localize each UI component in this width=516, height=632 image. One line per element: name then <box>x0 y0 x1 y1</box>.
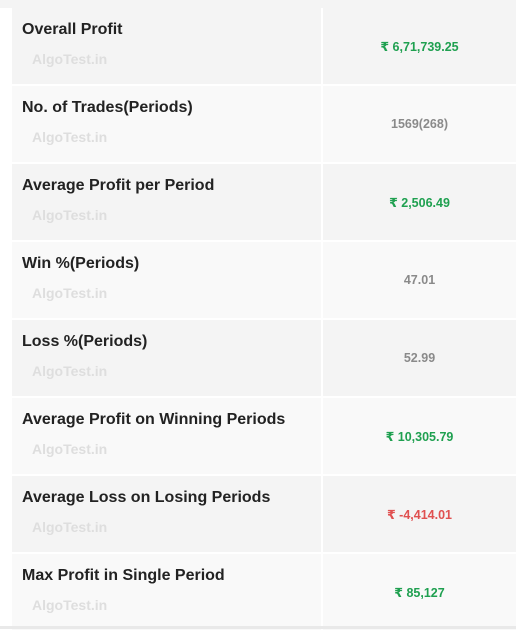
stat-value: ₹ -4,414.01 <box>387 507 452 522</box>
watermark: AlgoTest.in <box>32 129 108 145</box>
stat-value-cell: 1569(268) <box>323 86 516 162</box>
stats-table: Overall Profit AlgoTest.in ₹ 6,71,739.25… <box>12 8 516 632</box>
watermark: AlgoTest.in <box>32 51 108 67</box>
stat-label-cell: Average Loss on Losing Periods AlgoTest.… <box>12 476 321 552</box>
stat-label-cell: Average Profit per Period AlgoTest.in <box>12 164 321 240</box>
stat-value: ₹ 85,127 <box>394 585 445 600</box>
stat-row-average-profit: Average Profit per Period AlgoTest.in ₹ … <box>12 164 516 240</box>
stat-label: Loss %(Periods) <box>22 333 148 350</box>
stat-value: ₹ 2,506.49 <box>389 195 450 210</box>
stat-value-cell: 47.01 <box>323 242 516 318</box>
stat-row-max-profit: Max Profit in Single Period AlgoTest.in … <box>12 554 516 630</box>
watermark: AlgoTest.in <box>32 519 108 535</box>
stat-label-cell: Loss %(Periods) AlgoTest.in <box>12 320 321 396</box>
watermark: AlgoTest.in <box>32 441 108 457</box>
stat-value: ₹ 6,71,739.25 <box>380 39 459 54</box>
stat-label: Win %(Periods) <box>22 255 140 272</box>
stat-label-cell: Overall Profit AlgoTest.in <box>12 8 321 84</box>
stat-label: Average Profit per Period <box>22 177 215 194</box>
watermark: AlgoTest.in <box>32 207 108 223</box>
stat-label: Average Loss on Losing Periods <box>22 489 271 506</box>
stat-value-cell: ₹ 6,71,739.25 <box>323 8 516 84</box>
stat-label-cell: Max Profit in Single Period AlgoTest.in <box>12 554 321 630</box>
stat-label: Max Profit in Single Period <box>22 567 225 584</box>
watermark: AlgoTest.in <box>32 285 108 301</box>
stat-row-loss-percent: Loss %(Periods) AlgoTest.in 52.99 <box>12 320 516 396</box>
stat-value-cell: ₹ -4,414.01 <box>323 476 516 552</box>
stat-row-overall-profit: Overall Profit AlgoTest.in ₹ 6,71,739.25 <box>12 8 516 84</box>
stat-row-win-percent: Win %(Periods) AlgoTest.in 47.01 <box>12 242 516 318</box>
top-band <box>0 0 516 8</box>
stat-value: 52.99 <box>403 351 436 365</box>
stat-label: Overall Profit <box>22 21 123 38</box>
stat-value-cell: ₹ 10,305.79 <box>323 398 516 474</box>
stat-label: Average Profit on Winning Periods <box>22 411 286 428</box>
stat-value-cell: 52.99 <box>323 320 516 396</box>
stat-row-trades: No. of Trades(Periods) AlgoTest.in 1569(… <box>12 86 516 162</box>
stat-label: No. of Trades(Periods) <box>22 99 193 116</box>
stat-value-cell: ₹ 85,127 <box>323 554 516 630</box>
stat-value: 47.01 <box>403 273 436 287</box>
stat-value: ₹ 10,305.79 <box>385 429 454 444</box>
stat-row-avg-profit-winning: Average Profit on Winning Periods AlgoTe… <box>12 398 516 474</box>
stat-row-avg-loss-losing: Average Loss on Losing Periods AlgoTest.… <box>12 476 516 552</box>
watermark: AlgoTest.in <box>32 597 108 613</box>
watermark: AlgoTest.in <box>32 363 108 379</box>
stat-label-cell: Average Profit on Winning Periods AlgoTe… <box>12 398 321 474</box>
stat-value: 1569(268) <box>391 117 448 131</box>
stat-value-cell: ₹ 2,506.49 <box>323 164 516 240</box>
stat-label-cell: No. of Trades(Periods) AlgoTest.in <box>12 86 321 162</box>
stat-label-cell: Win %(Periods) AlgoTest.in <box>12 242 321 318</box>
